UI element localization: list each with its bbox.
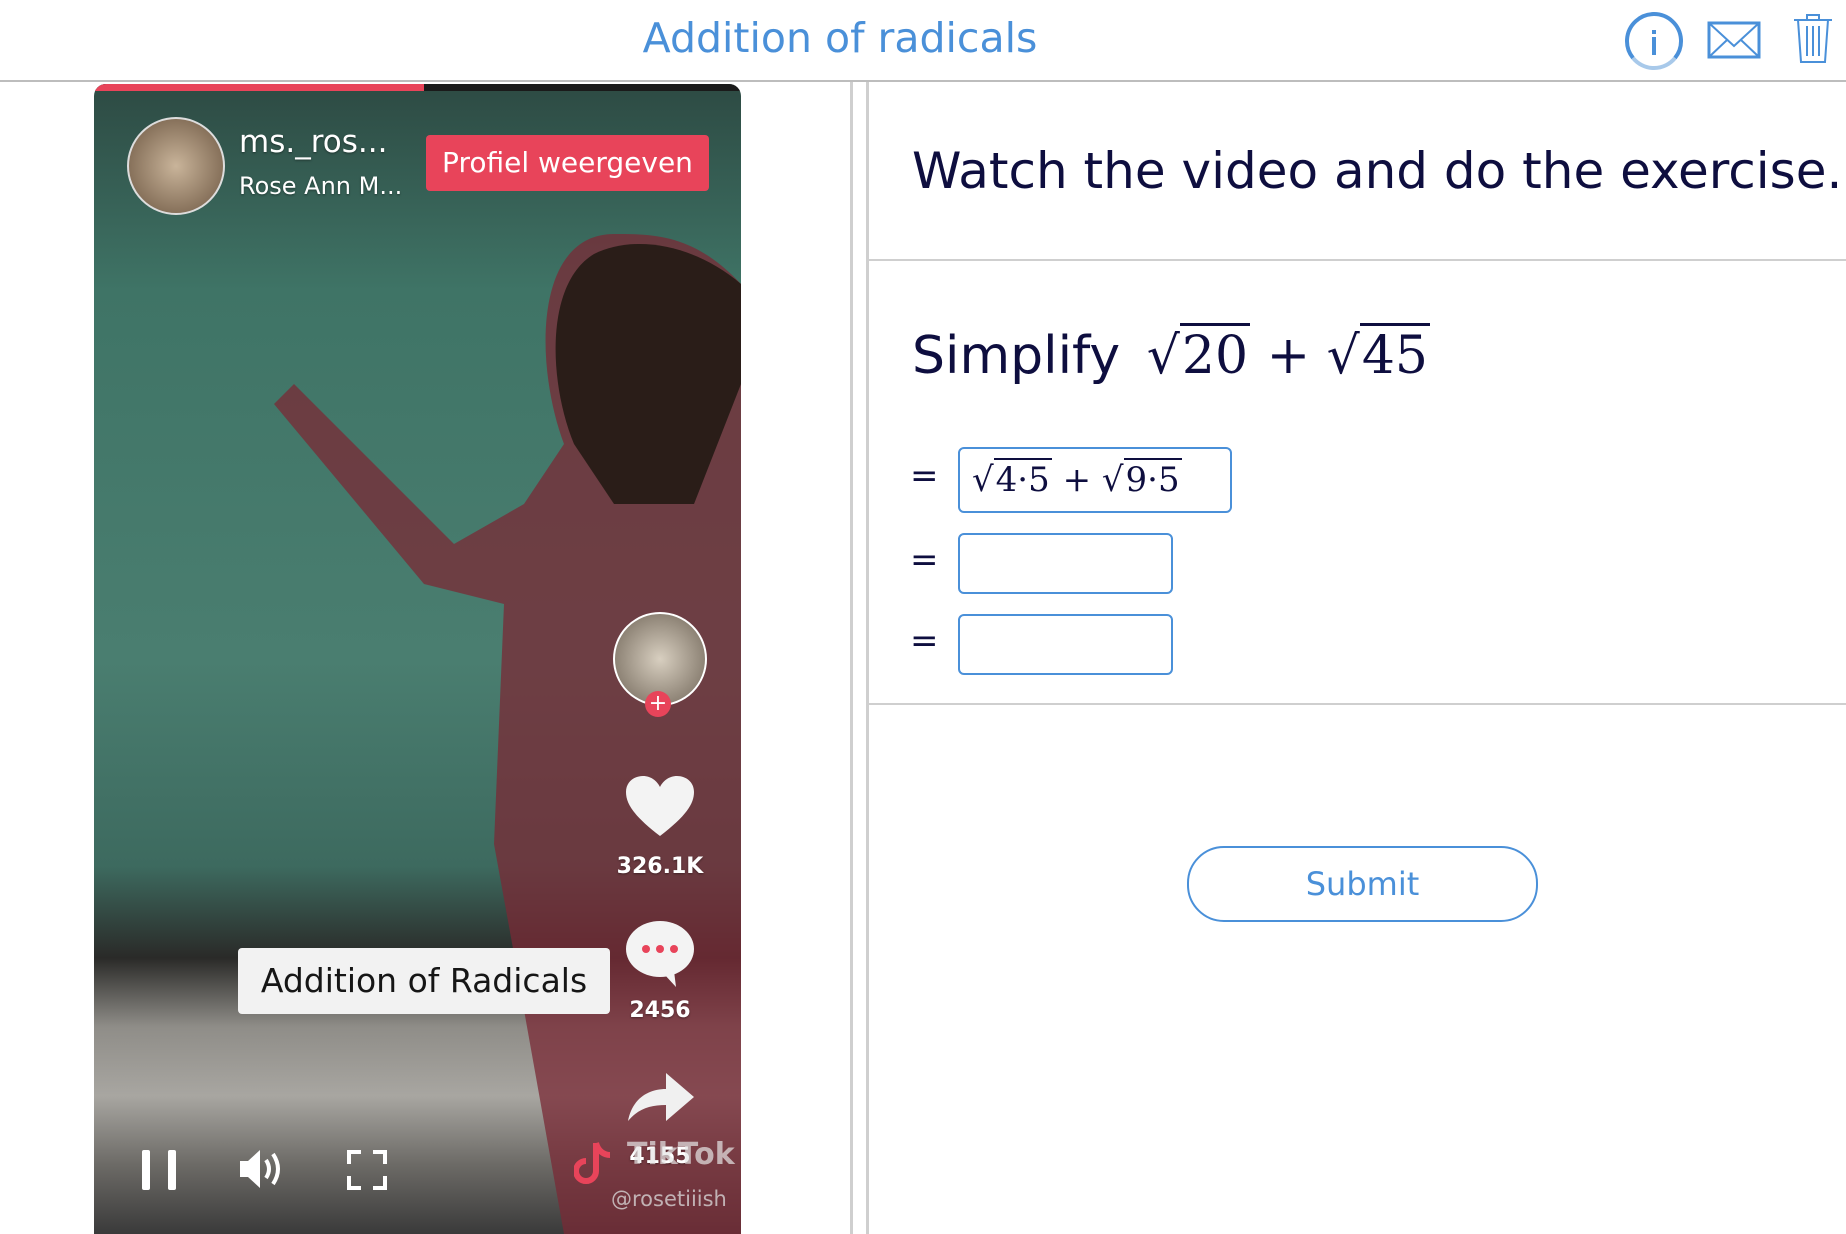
step-3-input[interactable] [958, 614, 1173, 675]
section-divider [868, 703, 1846, 705]
follow-plus-icon[interactable]: + [645, 691, 671, 717]
tiktok-watermark: TikTok [627, 1137, 735, 1172]
section-divider [868, 259, 1846, 261]
share-icon[interactable] [626, 1069, 696, 1125]
radicand-2: 45 [1359, 323, 1430, 386]
comment-icon[interactable] [624, 919, 696, 989]
step1-operator: + [1062, 460, 1092, 500]
step1-radicand-2: 9·5 [1123, 458, 1182, 500]
radicand-1: 20 [1179, 323, 1251, 386]
tiktok-video-player[interactable]: ms._ros... Rose Ann M... Profiel weergev… [94, 84, 741, 1234]
trash-icon[interactable] [1792, 12, 1834, 66]
page-title: Addition of radicals [642, 14, 1038, 62]
display-name: Rose Ann M... [239, 172, 403, 200]
comment-count: 2456 [629, 998, 691, 1023]
tiktok-logo-icon [574, 1142, 611, 1184]
panel-divider [850, 82, 853, 1234]
fullscreen-icon[interactable] [347, 1150, 387, 1190]
view-profile-button[interactable]: Profiel weergeven [426, 135, 709, 191]
step-2-input[interactable] [958, 533, 1173, 594]
header-bar: Addition of radicals [0, 0, 1846, 82]
equals-sign: = [910, 456, 939, 496]
operator: + [1266, 326, 1311, 386]
step-1-answer[interactable]: √4·5 + √9·5 [958, 447, 1232, 513]
pause-icon[interactable] [140, 1148, 180, 1192]
volume-icon[interactable] [238, 1146, 288, 1192]
equals-sign: = [910, 621, 939, 661]
panel-divider [866, 82, 869, 1234]
instruction-heading: Watch the video and do the exercise. [912, 142, 1843, 200]
exercise-prompt: Simplify √20 + √45 [912, 323, 1430, 386]
mail-icon[interactable] [1707, 20, 1761, 60]
video-caption: Addition of Radicals [238, 948, 610, 1014]
watermark-handle: @rosetiiish [611, 1187, 727, 1211]
username[interactable]: ms._ros... [239, 124, 387, 160]
equals-sign: = [910, 540, 939, 580]
prompt-word: Simplify [912, 326, 1121, 386]
info-icon[interactable] [1621, 8, 1687, 74]
heart-icon[interactable] [624, 774, 696, 840]
creator-avatar[interactable] [127, 117, 225, 215]
submit-button[interactable]: Submit [1187, 846, 1538, 922]
like-count: 326.1K [616, 854, 704, 879]
step1-radicand-1: 4·5 [993, 458, 1052, 500]
